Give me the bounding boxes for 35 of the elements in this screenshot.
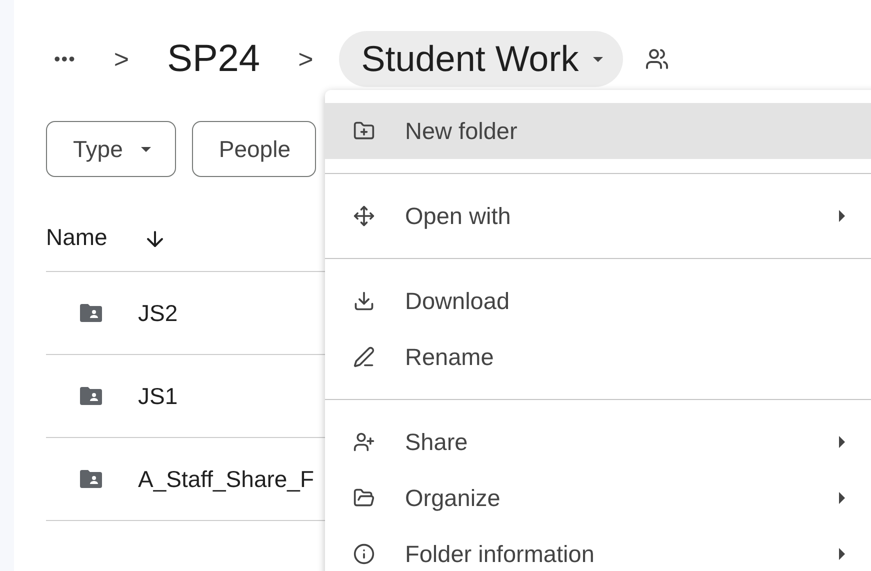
- shared-folder-icon: [80, 304, 102, 322]
- breadcrumb-link[interactable]: SP24: [167, 38, 260, 80]
- caret-icon: [140, 146, 151, 152]
- people-icon: [644, 47, 669, 71]
- filter-chip[interactable]: Type: [46, 121, 176, 177]
- menu-item[interactable]: Download: [325, 273, 871, 329]
- filter-chip[interactable]: People: [192, 121, 316, 177]
- submenu-arrow-icon: [839, 436, 845, 448]
- pencil-icon: [353, 346, 375, 368]
- info-icon: [353, 543, 375, 565]
- folder-name[interactable]: A_Staff_Share_F: [138, 466, 314, 492]
- download-icon: [353, 290, 375, 312]
- menu-item[interactable]: Rename: [325, 329, 871, 385]
- new-folder-icon: [353, 120, 375, 142]
- crumb-separator: >: [298, 44, 314, 74]
- caret-icon: [592, 56, 603, 62]
- shared-folder-icon: [80, 470, 102, 488]
- submenu-arrow-icon: [839, 492, 845, 504]
- menu-item[interactable]: Open with: [325, 188, 871, 244]
- open-folder-icon: [353, 487, 375, 509]
- menu-item[interactable]: Folder information: [325, 526, 871, 571]
- crumb-separator: >: [114, 44, 130, 74]
- folder-name[interactable]: JS1: [138, 382, 178, 410]
- submenu-arrow-icon: [839, 548, 845, 560]
- submenu-arrow-icon: [839, 210, 845, 222]
- column-header[interactable]: Name: [46, 224, 108, 251]
- more-crumbs-button[interactable]: •••: [54, 48, 76, 70]
- shared-folder-icon: [80, 387, 102, 405]
- menu-item[interactable]: Organize: [325, 470, 871, 526]
- menu-item[interactable]: New folder: [325, 103, 871, 159]
- folder-name[interactable]: JS2: [138, 300, 178, 326]
- add-person-icon: [353, 431, 375, 453]
- move-arrows-icon: [353, 205, 375, 227]
- menu-item[interactable]: Share: [325, 414, 871, 470]
- current-folder-button[interactable]: Student Work: [339, 31, 623, 87]
